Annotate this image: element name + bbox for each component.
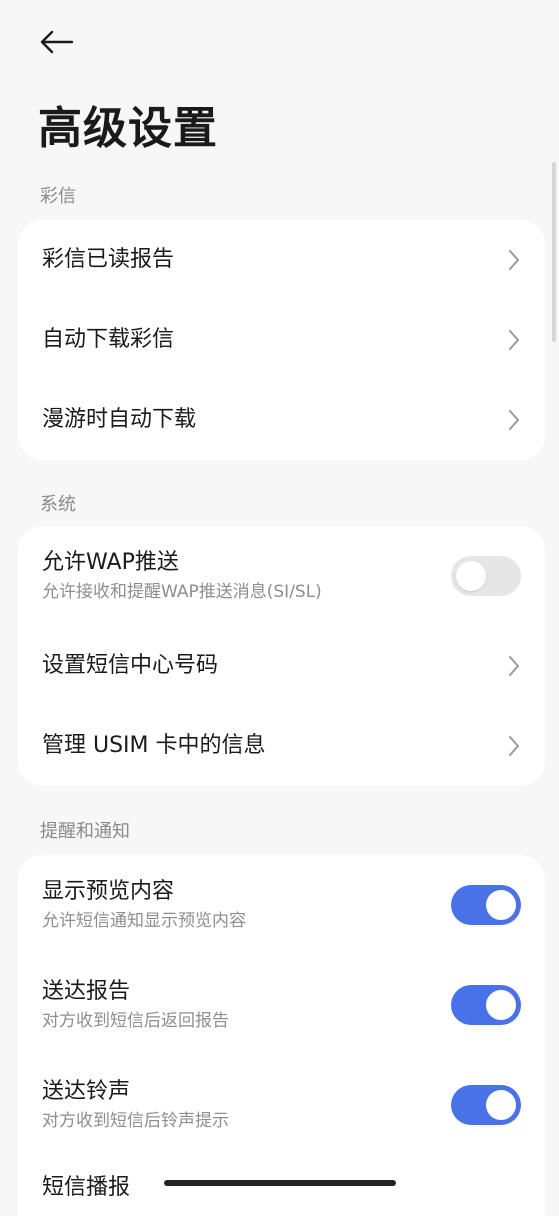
- chevron-right-icon: [507, 654, 521, 678]
- row-subtitle: 允许接收和提醒WAP推送消息(SI/SL): [42, 582, 322, 602]
- row-title: 送达铃声: [42, 1079, 131, 1104]
- row-title: 短信播报: [42, 1175, 131, 1200]
- toggle-knob: [456, 561, 486, 591]
- arrow-left-icon: [40, 30, 74, 54]
- row-title: 自动下载彩信: [42, 327, 175, 352]
- page-title: 高级设置: [38, 103, 218, 154]
- row-title: 管理 USIM 卡中的信息: [42, 733, 266, 758]
- chevron-right-icon: [507, 248, 521, 272]
- chevron-right-icon: [507, 734, 521, 758]
- section-label-mms: 彩信: [40, 186, 76, 207]
- delivery-report-toggle[interactable]: [451, 985, 521, 1025]
- row-roaming-auto-download[interactable]: 漫游时自动下载: [18, 380, 545, 460]
- chevron-right-icon: [507, 408, 521, 432]
- row-subtitle: 对方收到短信后返回报告: [42, 1011, 229, 1031]
- card-notify: 显示预览内容 允许短信通知显示预览内容 送达报告 对方收到短信后返回报告 送达铃…: [18, 855, 545, 1216]
- card-system: 允许WAP推送 允许接收和提醒WAP推送消息(SI/SL) 设置短信中心号码 管…: [18, 526, 545, 786]
- row-mms-read-report[interactable]: 彩信已读报告: [18, 220, 545, 300]
- row-subtitle: 对方收到短信后铃声提示: [42, 1111, 229, 1131]
- row-title: 漫游时自动下载: [42, 407, 197, 432]
- toggle-knob: [486, 990, 516, 1020]
- toggle-knob: [486, 890, 516, 920]
- row-manage-usim[interactable]: 管理 USIM 卡中的信息: [18, 706, 545, 786]
- row-delivery-ringtone[interactable]: 送达铃声 对方收到短信后铃声提示: [18, 1055, 545, 1155]
- wap-push-toggle[interactable]: [451, 556, 521, 596]
- card-mms: 彩信已读报告 自动下载彩信 漫游时自动下载: [18, 220, 545, 460]
- section-label-notify: 提醒和通知: [40, 821, 130, 842]
- row-sms-center-number[interactable]: 设置短信中心号码: [18, 626, 545, 706]
- row-auto-download-mms[interactable]: 自动下载彩信: [18, 300, 545, 380]
- toggle-knob: [486, 1090, 516, 1120]
- home-indicator[interactable]: [164, 1180, 396, 1186]
- section-label-system: 系统: [40, 494, 76, 515]
- row-subtitle: 允许短信通知显示预览内容: [42, 911, 246, 931]
- row-title: 允许WAP推送: [42, 550, 179, 575]
- show-preview-toggle[interactable]: [451, 885, 521, 925]
- scrollbar[interactable]: [552, 162, 556, 342]
- back-button[interactable]: [38, 26, 78, 58]
- row-title: 送达报告: [42, 979, 131, 1004]
- delivery-ringtone-toggle[interactable]: [451, 1085, 521, 1125]
- row-title: 彩信已读报告: [42, 247, 175, 272]
- row-delivery-report[interactable]: 送达报告 对方收到短信后返回报告: [18, 955, 545, 1055]
- row-title: 设置短信中心号码: [42, 653, 219, 678]
- row-allow-wap-push[interactable]: 允许WAP推送 允许接收和提醒WAP推送消息(SI/SL): [18, 526, 545, 626]
- chevron-right-icon: [507, 328, 521, 352]
- row-show-preview[interactable]: 显示预览内容 允许短信通知显示预览内容: [18, 855, 545, 955]
- row-title: 显示预览内容: [42, 879, 175, 904]
